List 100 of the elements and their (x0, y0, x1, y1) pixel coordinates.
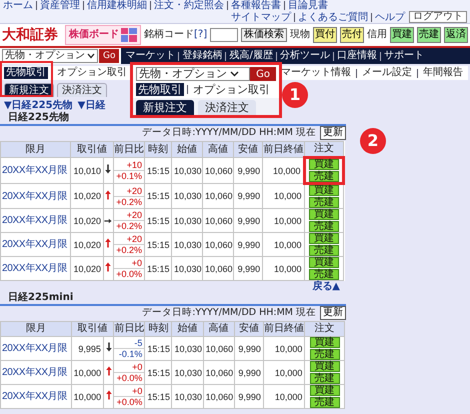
sell-button[interactable]: 売建 (308, 197, 339, 208)
sub-nav-link[interactable]: 年間報告 (421, 67, 465, 79)
order-tab[interactable]: 決済注文 (198, 100, 256, 115)
utility-link[interactable]: よくあるご質問 (298, 12, 368, 22)
sub-nav-link[interactable]: オプション取引 (55, 67, 129, 79)
sell-button[interactable]: 売建 (308, 245, 339, 256)
buy-button[interactable]: 買建 (308, 159, 339, 170)
sell-button[interactable]: 売建 (310, 397, 340, 408)
main-nav-link[interactable]: 分析ツール (280, 50, 330, 62)
change-percent: -0.1% (118, 349, 144, 359)
sell-button[interactable]: 売建 (310, 373, 340, 384)
column-header: 注文 (304, 142, 344, 158)
change-percent: +0.0% (115, 269, 143, 279)
price-cell: 10,020 (70, 232, 104, 256)
column-header: 時刻 (144, 322, 172, 336)
stock-code-field[interactable] (210, 28, 238, 42)
trade-button[interactable]: 買付 (313, 27, 338, 43)
group-label: 現物 (290, 29, 310, 41)
stock-board-banner[interactable]: 株価ボード (65, 25, 141, 45)
top-nav-link[interactable]: 信用建株明細 (87, 0, 147, 11)
prev-close-cell: 10,000 (263, 360, 305, 384)
sell-button[interactable]: 売建 (308, 171, 339, 182)
order-tab[interactable]: 決済注文 (57, 83, 107, 97)
sub-nav-link[interactable]: マーケット情報 (279, 67, 353, 79)
utility-link[interactable]: ヘルプ (375, 12, 405, 22)
logout-button[interactable]: ログアウト (409, 11, 467, 23)
column-header: 限月 (0, 322, 72, 336)
open-price-cell: 10,030 (171, 232, 203, 256)
logo[interactable]: 大和証券 (2, 29, 58, 41)
product-select[interactable]: 先物・オプション (136, 67, 250, 81)
price-cell: 10,020 (70, 256, 104, 280)
column-header: 高値 (203, 322, 234, 336)
utility-link[interactable]: サイトマップ (231, 12, 291, 22)
low-price-cell: 9,990 (234, 208, 263, 232)
price-cell: 10,000 (71, 360, 104, 384)
high-price-cell: 10,060 (202, 256, 234, 280)
buy-button[interactable]: 買建 (308, 233, 339, 244)
time-cell: 15:15 (144, 336, 172, 360)
back-to-top-link[interactable]: 戻る▲ (312, 281, 340, 292)
open-price-cell: 10,030 (172, 384, 204, 408)
section-link[interactable]: ▼日経225先物 (4, 100, 73, 112)
open-price-cell: 10,030 (172, 360, 204, 384)
group-label: 信用 (367, 29, 388, 41)
refresh-button[interactable]: 更新 (320, 306, 346, 320)
buy-button[interactable]: 買建 (308, 185, 339, 196)
stock-search-button[interactable]: 株価検索 (241, 28, 288, 42)
column-header: 前日終値 (263, 322, 305, 336)
buy-button[interactable]: 買建 (310, 337, 340, 348)
low-price-cell: 9,990 (234, 336, 264, 360)
sub-nav-link[interactable]: 先物取引 (136, 83, 184, 96)
sell-button[interactable]: 売建 (308, 221, 339, 232)
order-tab[interactable]: 新規注文 (136, 100, 194, 115)
sell-button[interactable]: 売建 (308, 269, 339, 280)
change-percent: +0.2% (115, 221, 143, 231)
section-link[interactable]: ▼日経 (78, 100, 106, 112)
change-value: +0 (114, 258, 144, 269)
chevron-down-icon (87, 53, 95, 59)
main-nav-link[interactable]: 登録銘柄 (182, 50, 222, 62)
main-nav-link[interactable]: サポート (384, 50, 424, 62)
column-header: 取引値 (71, 322, 114, 336)
top-nav-link[interactable]: ホーム (3, 0, 33, 11)
change-percent: +0.1% (115, 171, 143, 181)
go-button[interactable]: Go (99, 49, 120, 63)
buy-button[interactable]: 買建 (310, 385, 340, 396)
buy-button[interactable]: 買建 (310, 361, 340, 372)
trade-button[interactable]: 返済 (444, 27, 468, 43)
stock-code-label: 銘柄コード (144, 29, 194, 41)
open-price-cell: 10,030 (172, 336, 204, 360)
sub-nav-link[interactable]: オプション取引 (191, 83, 272, 96)
change-percent: +0.0% (116, 397, 144, 407)
time-cell: 15:15 (144, 232, 172, 256)
change-value: +0 (114, 386, 144, 397)
high-price-cell: 10,060 (203, 360, 234, 384)
high-price-cell: 10,060 (203, 336, 234, 360)
column-header: 前日比 (114, 322, 145, 336)
change-value: +20 (114, 234, 144, 245)
help-link[interactable]: [?] (194, 29, 208, 41)
main-nav-link[interactable]: 残高/履歴 (229, 50, 273, 62)
product-select[interactable]: 先物・オプション (2, 49, 98, 63)
price-cell: 9,995 (71, 336, 104, 360)
buy-button[interactable]: 買建 (308, 209, 339, 220)
step-number-badge: 1 (282, 82, 308, 108)
refresh-button[interactable]: 更新 (320, 126, 346, 140)
main-nav-link[interactable]: マーケット (125, 50, 176, 62)
trade-button[interactable]: 売付 (340, 27, 364, 43)
top-nav-link[interactable]: 各種報告書 (231, 0, 281, 11)
top-nav-link[interactable]: 目論見書 (288, 0, 328, 11)
sell-button[interactable]: 売建 (310, 349, 340, 360)
go-button[interactable]: Go (250, 67, 276, 81)
high-price-cell: 10,060 (202, 232, 234, 256)
column-header: 始値 (172, 322, 204, 336)
sub-nav-link[interactable]: 先物取引 (4, 67, 48, 79)
trade-button[interactable]: 売建 (417, 27, 442, 43)
main-nav-link[interactable]: 口座情報 (336, 50, 377, 62)
change-value: +20 (114, 210, 144, 221)
sub-nav-link[interactable]: メール設定 (360, 67, 414, 79)
column-header: 高値 (202, 142, 234, 158)
column-header: 限月 (0, 142, 71, 158)
trade-button[interactable]: 買建 (390, 27, 414, 43)
buy-button[interactable]: 買建 (308, 257, 339, 268)
